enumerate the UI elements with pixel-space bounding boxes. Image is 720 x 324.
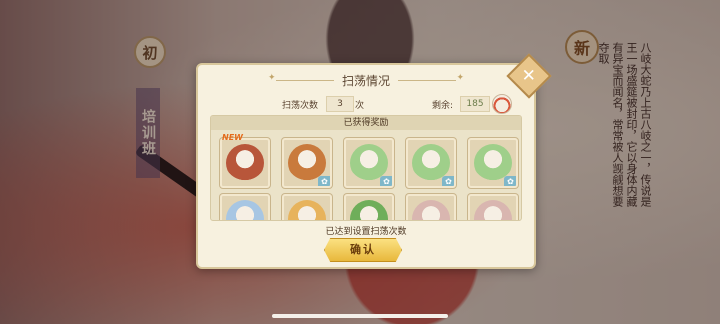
item-type-icon: ✿ [442,176,454,186]
item-art [474,200,512,220]
status-message: 已达到设置扫荡次数 [325,227,407,237]
remaining-value: 185 [460,96,490,112]
dialog-header: 扫荡情况 [198,71,534,89]
item-art [288,200,326,220]
reward-chibi-white-1[interactable] [406,194,456,220]
remaining-label: 剩余: [432,101,454,111]
confirm-button[interactable]: 确认 [324,238,402,262]
new-tag: NEW [222,133,243,142]
item-type-icon: ✿ [318,176,330,186]
item-art [412,200,450,220]
title-ornament-left [268,73,334,83]
title-ornament-right [398,73,464,83]
close-icon: ✕ [521,65,537,86]
reward-food-bowl-1[interactable]: ✿ [282,138,332,188]
item-type-icon: ✿ [380,176,392,186]
sweep-count-value: 3 [326,96,354,112]
item-type-icon: ✿ [504,176,516,186]
sweep-stats: 扫荡次数 3 次 剩余: 185 [198,94,534,114]
reward-chibi-bowl-3[interactable]: ✿ [468,138,518,188]
reward-chibi-white-2[interactable] [468,194,518,220]
reward-green-spirit[interactable] [344,194,394,220]
rewards-panel[interactable]: 已获得奖励 NEW ✿ ✿ ✿ ✿ [210,115,522,221]
home-indicator[interactable] [272,314,448,318]
dialog-title: 扫荡情况 [341,73,390,88]
sweep-count-label: 扫荡次数 [282,101,319,111]
item-art [226,144,264,182]
reward-chibi-bowl-1[interactable]: ✿ [344,138,394,188]
reward-bun[interactable] [282,194,332,220]
reward-chibi-bowl-2[interactable]: ✿ [406,138,456,188]
item-art [350,200,388,220]
item-art [226,200,264,220]
rewards-title: 已获得奖励 [211,116,521,130]
sweep-result-dialog: 扫荡情况 扫荡次数 3 次 剩余: 185 已获得奖励 NEW ✿ ✿ ✿ ✿ 已达到设… [196,63,536,269]
reward-shikigami-new[interactable]: NEW [220,133,270,188]
bowl-icon [492,94,512,114]
reward-dumpling[interactable] [220,194,270,220]
sweep-count-unit: 次 [355,101,365,111]
